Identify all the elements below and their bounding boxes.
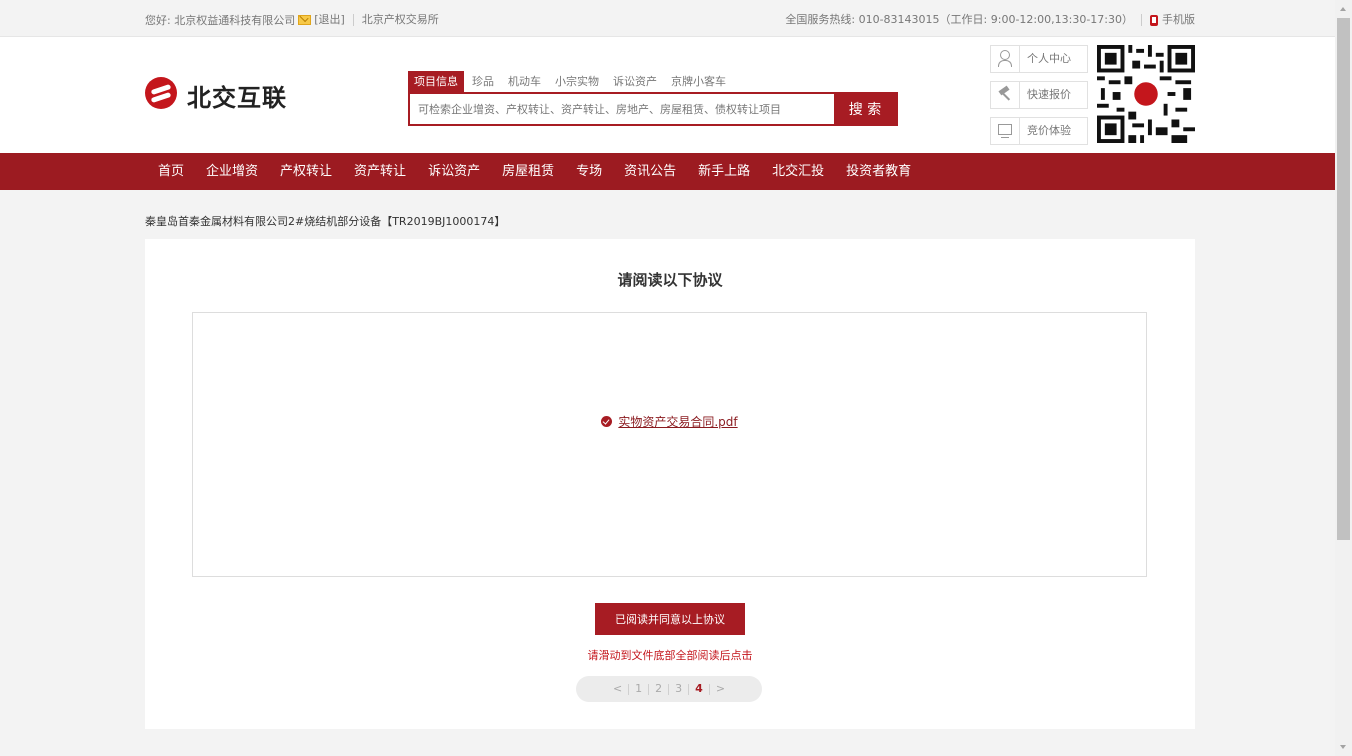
pager-next-button[interactable]: > bbox=[710, 676, 731, 702]
document-viewer[interactable]: 实物资产交易合同.pdf bbox=[192, 312, 1147, 577]
search-tab-litigation-assets[interactable]: 诉讼资产 bbox=[607, 71, 663, 93]
search-tab-treasures[interactable]: 珍品 bbox=[466, 71, 500, 93]
pager-page-2[interactable]: 2 bbox=[649, 676, 668, 702]
agreement-card: 请阅读以下协议 实物资产交易合同.pdf 已阅读并同意以上协议 请滑动到文件底部… bbox=[145, 239, 1195, 729]
quick-link-label: 个人中心 bbox=[1027, 52, 1071, 65]
mail-icon[interactable] bbox=[298, 15, 312, 25]
nav-item-special[interactable]: 专场 bbox=[565, 153, 613, 190]
search-tab-beijing-plates[interactable]: 京牌小客车 bbox=[665, 71, 732, 93]
personal-center-button[interactable]: 个人中心 bbox=[990, 45, 1088, 73]
hotline-text: 全国服务热线: 010-83143015（工作日: 9:00-12:00,13:… bbox=[785, 13, 1133, 26]
gavel-icon bbox=[991, 82, 1020, 108]
monitor-icon bbox=[991, 118, 1020, 144]
pager-prev-button[interactable]: < bbox=[607, 676, 628, 702]
file-link[interactable]: 实物资产交易合同.pdf bbox=[618, 415, 737, 429]
page-scrollbar[interactable] bbox=[1335, 0, 1352, 756]
logout-link[interactable]: [退出] bbox=[314, 13, 345, 26]
divider bbox=[1141, 14, 1142, 26]
quick-links: 个人中心 快速报价 竞价体验 bbox=[990, 45, 1088, 153]
nav-item-news[interactable]: 资讯公告 bbox=[613, 153, 687, 190]
search-area: 项目信息珍品机动车小宗实物诉讼资产京牌小客车 搜 索 bbox=[408, 70, 898, 126]
agree-button[interactable]: 已阅读并同意以上协议 bbox=[595, 603, 745, 635]
nav-item-capital-increase[interactable]: 企业增资 bbox=[195, 153, 269, 190]
file-entry: 实物资产交易合同.pdf bbox=[193, 413, 1146, 430]
logo-mark-icon bbox=[145, 77, 177, 109]
top-utility-bar: 您好: 北京权益通科技有限公司 [退出] 北京产权交易所 全国服务热线: 010-8… bbox=[0, 0, 1335, 37]
scrollbar-thumb[interactable] bbox=[1337, 18, 1350, 540]
pager-page-1[interactable]: 1 bbox=[629, 676, 648, 702]
search-tab-project-info[interactable]: 项目信息 bbox=[408, 71, 464, 93]
qr-code-image bbox=[1097, 45, 1195, 143]
nav-item-investor-education[interactable]: 投资者教育 bbox=[835, 153, 922, 190]
nav-item-equity-transfer[interactable]: 产权转让 bbox=[269, 153, 343, 190]
search-category-tabs: 项目信息 珍品 机动车 小宗实物 诉讼资产 京牌小客车 bbox=[408, 70, 898, 93]
logo-text: 北交互联 bbox=[187, 84, 287, 112]
pager-page-4-current[interactable]: 4 bbox=[689, 676, 709, 702]
main-navigation: 首页 企业增资 产权转让 资产转让 诉讼资产 房屋租赁 专场 资讯公告 新手上路… bbox=[0, 153, 1335, 190]
quick-quote-button[interactable]: 快速报价 bbox=[990, 81, 1088, 109]
breadcrumb: 秦皇岛首秦金属材料有限公司2#烧结机部分设备【TR2019BJ1000174】 bbox=[145, 215, 506, 228]
nav-item-bjx-invest[interactable]: 北交汇投 bbox=[761, 153, 835, 190]
search-tab-vehicles[interactable]: 机动车 bbox=[502, 71, 547, 93]
exchange-link[interactable]: 北京产权交易所 bbox=[362, 13, 439, 26]
divider bbox=[352, 14, 354, 26]
nav-item-asset-transfer[interactable]: 资产转让 bbox=[343, 153, 417, 190]
nav-item-beginners[interactable]: 新手上路 bbox=[687, 153, 761, 190]
greeting-text: 您好: 北京权益通科技有限公司 bbox=[145, 14, 296, 27]
nav-item-house-leasing[interactable]: 房屋租赁 bbox=[491, 153, 565, 190]
mobile-version-link[interactable]: 手机版 bbox=[1162, 13, 1195, 26]
search-button[interactable]: 搜 索 bbox=[834, 94, 896, 124]
nav-item-litigation-assets[interactable]: 诉讼资产 bbox=[417, 153, 491, 190]
page: 您好: 北京权益通科技有限公司 [退出] 北京产权交易所 全国服务热线: 010-8… bbox=[0, 0, 1335, 756]
quick-link-label: 快速报价 bbox=[1027, 88, 1071, 101]
page-title: 请阅读以下协议 bbox=[617, 271, 723, 289]
quick-link-label: 竞价体验 bbox=[1027, 124, 1071, 137]
scroll-hint: 请滑动到文件底部全部阅读后点击 bbox=[587, 649, 753, 662]
nav-item-home[interactable]: 首页 bbox=[147, 153, 195, 190]
person-icon bbox=[991, 46, 1020, 72]
pager-page-3[interactable]: 3 bbox=[669, 676, 688, 702]
search-box: 搜 索 bbox=[408, 92, 898, 126]
qr-code-icon bbox=[1097, 45, 1195, 143]
bidding-trial-button[interactable]: 竞价体验 bbox=[990, 117, 1088, 145]
scroll-down-arrow-icon[interactable] bbox=[1335, 739, 1352, 756]
site-header: 北交互联 项目信息珍品机动车小宗实物诉讼资产京牌小客车 搜 索 个人中心 快速报… bbox=[0, 37, 1335, 153]
search-tab-small-goods[interactable]: 小宗实物 bbox=[549, 71, 605, 93]
search-input[interactable] bbox=[410, 94, 834, 124]
check-circle-icon bbox=[601, 416, 613, 427]
scroll-up-arrow-icon[interactable] bbox=[1335, 0, 1352, 17]
pagination: <1 2 3 4 > bbox=[576, 676, 762, 702]
mobile-phone-icon[interactable] bbox=[1150, 14, 1158, 26]
